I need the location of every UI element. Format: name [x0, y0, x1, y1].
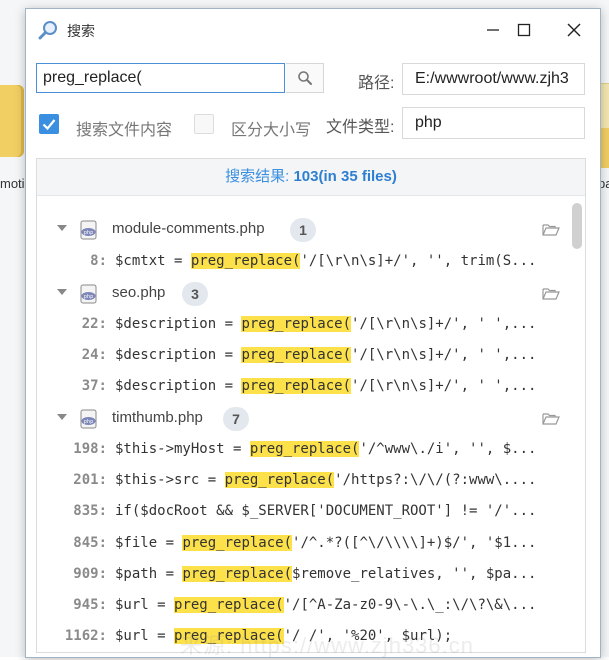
maximize-button[interactable]: [510, 17, 538, 43]
code-snippet: $this->myHost = preg_replace('/^www\./i'…: [115, 441, 537, 457]
match-count-badge: 7: [223, 407, 249, 431]
path-field[interactable]: E:/wwwroot/www.zjh3: [402, 63, 585, 95]
match-highlight: preg_replace(: [241, 347, 352, 363]
match-highlight: preg_replace(: [182, 535, 293, 551]
match-line[interactable]: 945: $url = preg_replace('/[^A-Za-z0-9\-…: [37, 593, 571, 621]
open-folder-icon[interactable]: [542, 286, 560, 301]
code-snippet: $path = preg_replace($remove_relatives, …: [115, 566, 537, 582]
line-number: 945:: [73, 597, 107, 613]
svg-text:php: php: [84, 230, 94, 236]
match-count-badge: 3: [182, 282, 208, 306]
match-highlight: preg_replace(: [190, 253, 301, 269]
search-content-label: 搜索文件内容: [76, 122, 173, 139]
collapse-caret-icon[interactable]: [57, 289, 67, 295]
line-number: 37:: [81, 378, 107, 394]
filetype-field[interactable]: php: [402, 107, 585, 139]
title-bar[interactable]: 搜索: [26, 9, 600, 51]
match-highlight: preg_replace(: [174, 597, 284, 613]
line-number: 1162:: [64, 628, 107, 644]
match-line[interactable]: 909: $path = preg_replace($remove_relati…: [37, 562, 571, 590]
results-header-label: 搜索结果:: [225, 168, 294, 185]
match-highlight: preg_replace(: [224, 472, 335, 488]
window-title: 搜索: [67, 23, 95, 39]
search-button[interactable]: [286, 63, 324, 93]
svg-text:php: php: [84, 294, 94, 300]
file-row[interactable]: php timthumb.php 7: [37, 405, 571, 433]
search-field: [36, 63, 285, 93]
match-highlight: preg_replace(: [182, 566, 293, 582]
file-row[interactable]: php seo.php 3: [37, 280, 571, 308]
file-row[interactable]: php module-comments.php 1: [37, 216, 571, 244]
magnifier-icon: [297, 71, 312, 85]
php-file-icon: php: [80, 220, 97, 240]
open-folder-icon[interactable]: [542, 411, 560, 426]
code-snippet: $description = preg_replace('/[\r\n\s]+/…: [115, 378, 537, 394]
results-count: 103(in 35 files): [293, 168, 397, 185]
match-line[interactable]: 845: $file = preg_replace('/^.*?([^\/\\\…: [37, 531, 571, 559]
search-content-checkbox[interactable]: [39, 114, 59, 134]
match-highlight: preg_replace(: [249, 441, 360, 457]
line-number: 845:: [73, 535, 107, 551]
line-number: 198:: [73, 441, 107, 457]
line-number: 201:: [73, 472, 107, 488]
match-line[interactable]: 24: $description = preg_replace('/[\r\n\…: [37, 343, 571, 371]
match-line[interactable]: 8: $cmtxt = preg_replace('/[\r\n\s]+/', …: [37, 249, 571, 277]
path-label: 路径:: [358, 75, 395, 92]
search-input[interactable]: [37, 64, 285, 92]
scrollbar-thumb[interactable]: [572, 203, 582, 249]
match-line[interactable]: 22: $description = preg_replace('/[\r\n\…: [37, 312, 571, 340]
match-highlight: preg_replace(: [241, 378, 352, 394]
results-panel: 搜索结果: 103(in 35 files) php module-commen…: [36, 158, 586, 653]
match-line[interactable]: 201: $this->src = preg_replace('/https?:…: [37, 468, 571, 496]
close-icon: [567, 23, 581, 37]
watermark-text: 来源: https://www.zjh336.cn: [180, 633, 474, 658]
code-snippet: $file = preg_replace('/^.*?([^\/\\\\]+)$…: [115, 535, 537, 551]
match-highlight: preg_replace(: [241, 316, 352, 332]
code-snippet: $description = preg_replace('/[\r\n\s]+/…: [115, 347, 537, 363]
code-snippet: $description = preg_replace('/[\r\n\s]+/…: [115, 316, 537, 332]
match-count-badge: 1: [290, 218, 316, 242]
search-dialog: 搜索 路径: E:/wwwroot/www.zjh3 搜索文件内容 区分大小写 …: [25, 8, 601, 658]
svg-text:php: php: [84, 419, 94, 425]
line-number: 24:: [81, 347, 107, 363]
results-header: 搜索结果: 103(in 35 files): [37, 159, 585, 196]
line-number: 22:: [81, 316, 107, 332]
file-name: seo.php: [112, 284, 166, 301]
checkmark-icon: [42, 119, 56, 131]
search-icon: [38, 21, 57, 40]
desktop-folder-icon[interactable]: [0, 85, 24, 157]
collapse-caret-icon[interactable]: [57, 414, 67, 420]
code-snippet: if($docRoot && $_SERVER['DOCUMENT_ROOT']…: [115, 503, 537, 519]
minimize-icon: [487, 29, 499, 31]
match-line[interactable]: 37: $description = preg_replace('/[\r\n\…: [37, 374, 571, 402]
file-name: module-comments.php: [112, 220, 265, 237]
collapse-caret-icon[interactable]: [57, 225, 67, 231]
close-button[interactable]: [560, 17, 588, 43]
case-sensitive-checkbox[interactable]: [194, 114, 214, 134]
maximize-icon: [517, 23, 531, 37]
minimize-button[interactable]: [479, 17, 507, 43]
php-file-icon: php: [80, 409, 97, 429]
code-snippet: $cmtxt = preg_replace('/[\r\n\s]+/', '',…: [115, 253, 537, 269]
php-file-icon: php: [80, 284, 97, 304]
desktop-item-label: moti: [0, 176, 25, 191]
match-line[interactable]: 835: if($docRoot && $_SERVER['DOCUMENT_R…: [37, 499, 571, 527]
match-line[interactable]: 198: $this->myHost = preg_replace('/^www…: [37, 437, 571, 465]
case-sensitive-label: 区分大小写: [231, 122, 312, 139]
file-name: timthumb.php: [112, 409, 203, 426]
filetype-label: 文件类型:: [326, 119, 395, 136]
line-number: 835:: [73, 503, 107, 519]
line-number: 8:: [90, 253, 107, 269]
code-snippet: $url = preg_replace('/[^A-Za-z0-9\-\.\_:…: [115, 597, 537, 613]
open-folder-icon[interactable]: [542, 222, 560, 237]
code-snippet: $this->src = preg_replace('/https?:\/\/(…: [115, 472, 537, 488]
line-number: 909:: [73, 566, 107, 582]
